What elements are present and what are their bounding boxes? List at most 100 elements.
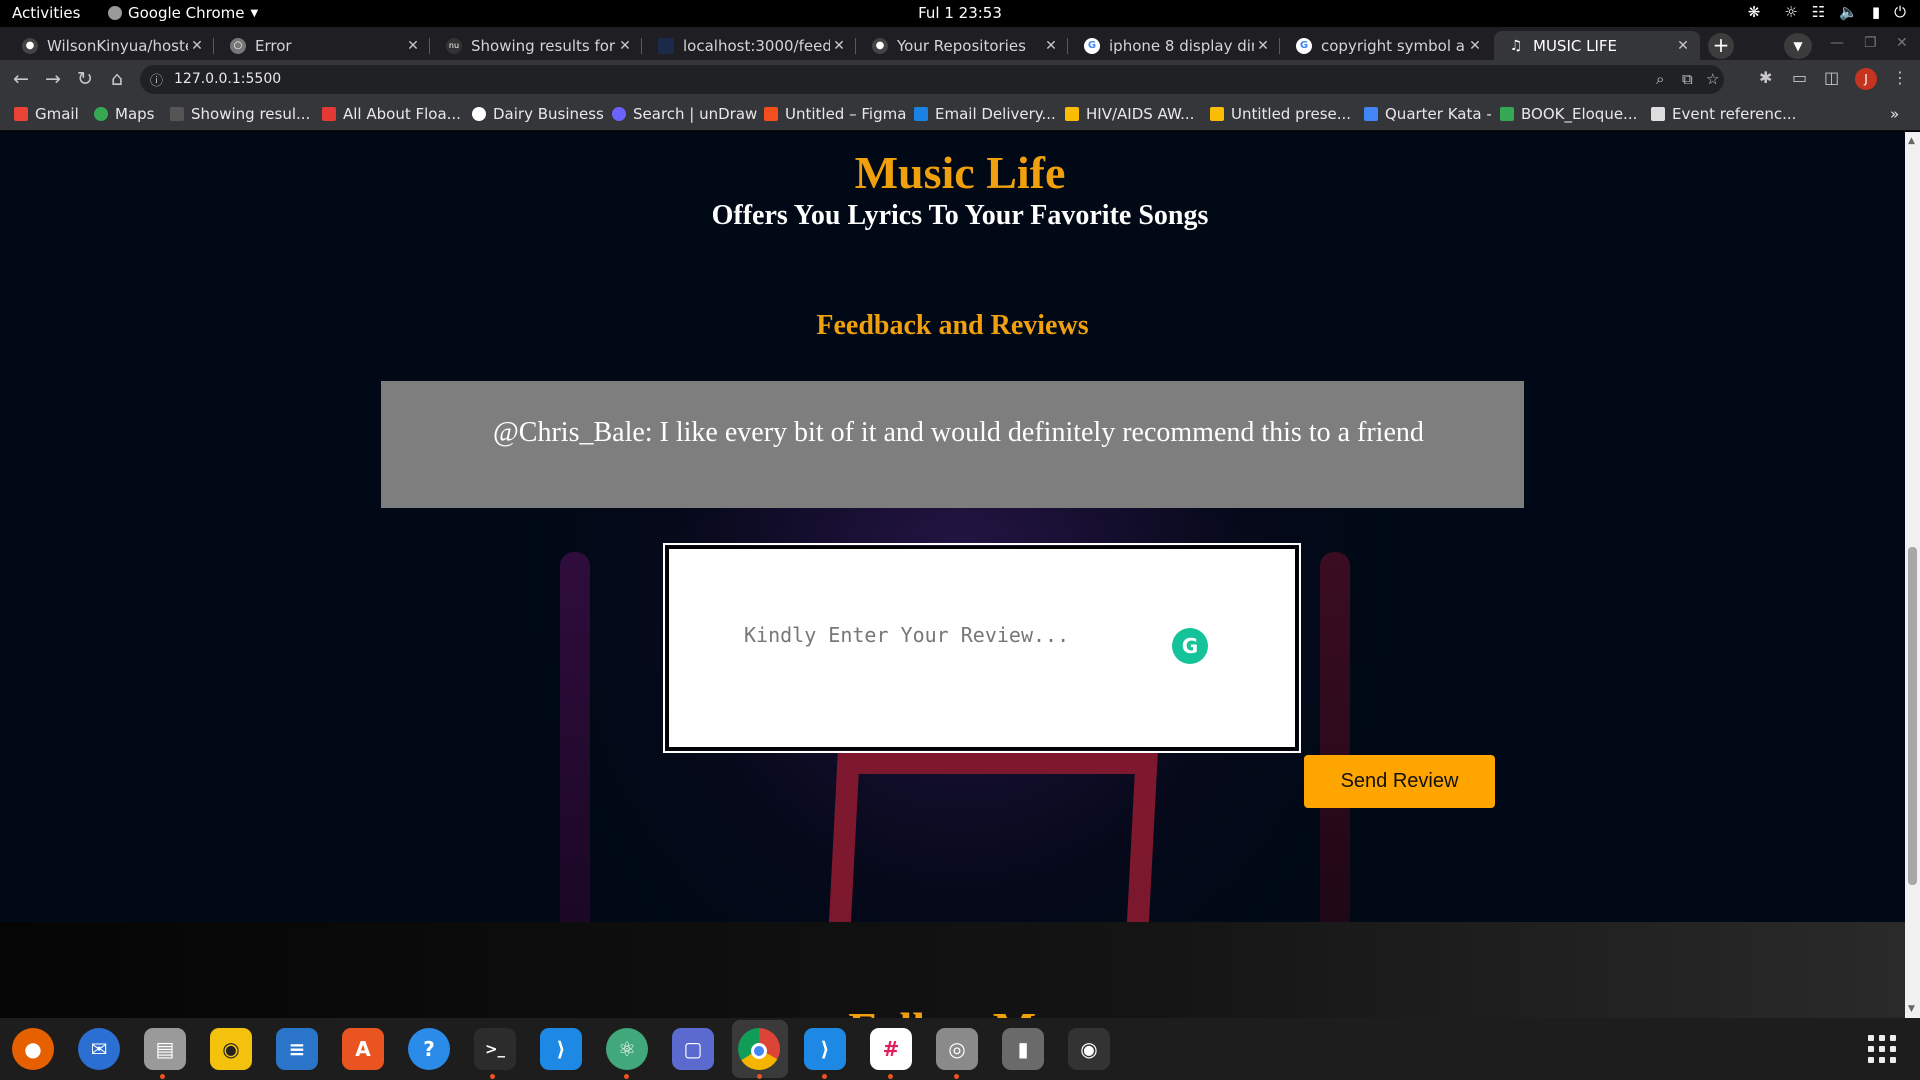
clock[interactable]: Ful 1 23:53 (918, 4, 1002, 22)
chrome-icon[interactable] (738, 1028, 780, 1070)
bookmark-undraw[interactable]: Search | unDraw (612, 105, 757, 123)
page-viewport: Music Life Offers You Lyrics To Your Fav… (0, 132, 1905, 1018)
tab[interactable]: nu Showing results for c ✕ (432, 31, 642, 60)
dairy-icon (472, 107, 486, 121)
bookmark-showing-results[interactable]: Showing resul... (170, 105, 310, 123)
writer-icon[interactable]: ≡ (276, 1028, 318, 1070)
bookmarks-overflow-icon[interactable]: » (1890, 105, 1899, 123)
firefox-icon[interactable]: ● (12, 1028, 54, 1070)
files-icon[interactable]: ▤ (144, 1028, 186, 1070)
close-icon[interactable]: ✕ (404, 38, 422, 54)
vscode-icon[interactable]: ⟩ (804, 1028, 846, 1070)
close-icon[interactable]: ✕ (616, 38, 634, 54)
close-window-icon[interactable]: ✕ (1896, 35, 1908, 51)
battery-icon[interactable]: ▮ (1872, 3, 1880, 21)
nu-icon: nu (446, 37, 462, 54)
bookmark-maps[interactable]: Maps (94, 105, 154, 123)
send-review-button[interactable]: Send Review (1304, 755, 1495, 808)
volume-icon[interactable]: 🔈 (1839, 3, 1858, 21)
vscode-icon[interactable]: ⟩ (540, 1028, 582, 1070)
menu-icon[interactable]: ⋮ (1892, 68, 1908, 87)
tab-active[interactable]: ♫ MUSIC LIFE ✕ (1494, 31, 1700, 60)
minimize-icon[interactable]: — (1830, 35, 1844, 51)
bookmark-hiv-aids[interactable]: HIV/AIDS AW... (1065, 105, 1194, 123)
close-icon[interactable]: ✕ (1466, 38, 1484, 54)
maximize-icon[interactable]: ❐ (1864, 35, 1877, 51)
app-menu[interactable]: Google Chrome ▼ (108, 4, 258, 22)
footer-heading: Follow Me (0, 1002, 1905, 1018)
grammarly-icon[interactable]: G (1172, 628, 1208, 664)
slack-tray-icon[interactable]: ❋ (1748, 3, 1761, 21)
terminal-icon[interactable]: >_ (474, 1028, 516, 1070)
tab-title: localhost:3000/feedb (683, 36, 830, 55)
close-icon[interactable]: ✕ (830, 38, 848, 54)
scroll-down-icon[interactable]: ▼ (1908, 1004, 1915, 1014)
bookmark-star-icon[interactable]: ☆ (1706, 70, 1719, 88)
review-text: @Chris_Bale: I like every bit of it and … (493, 417, 1424, 448)
activities-button[interactable]: Activities (12, 4, 80, 22)
slack-icon[interactable]: # (870, 1028, 912, 1070)
show-applications-icon[interactable] (1868, 1035, 1896, 1063)
bookmark-dairy[interactable]: Dairy Business (472, 105, 604, 123)
mdn-icon (1651, 107, 1665, 121)
running-indicator (490, 1074, 495, 1079)
address-bar[interactable]: ⓘ 127.0.0.1:5500 ⌕ ⧉ ☆ (140, 65, 1724, 94)
device-icon[interactable]: ▮ (1002, 1028, 1044, 1070)
power-icon[interactable]: ⏻ (1894, 3, 1906, 21)
scroll-up-icon[interactable]: ▲ (1908, 136, 1915, 146)
browser-toolbar: ← → ↻ ⌂ ⓘ 127.0.0.1:5500 ⌕ ⧉ ☆ ✱ ▭ ◫ ⋮ (0, 60, 1920, 99)
close-icon[interactable]: ✕ (188, 38, 206, 54)
tab-search-button[interactable]: ▼ (1784, 33, 1812, 59)
tab[interactable]: ○ Error ✕ (216, 31, 430, 60)
bookmark-untitled-presentation[interactable]: Untitled prese... (1210, 105, 1351, 123)
tab[interactable]: G iphone 8 display dime ✕ (1070, 31, 1280, 60)
review-card: @Chris_Bale: I like every bit of it and … (381, 381, 1524, 508)
camera-icon[interactable]: ◉ (1068, 1028, 1110, 1070)
close-icon[interactable]: ✕ (1254, 38, 1272, 54)
site-info-icon[interactable]: ⓘ (150, 70, 168, 89)
back-icon[interactable]: ← (9, 67, 33, 91)
bookmark-email-delivery[interactable]: Email Delivery... (914, 105, 1056, 123)
atom-icon[interactable]: ⚛ (606, 1028, 648, 1070)
page-scrollbar[interactable]: ▲ ▼ (1905, 132, 1920, 1018)
profile-avatar[interactable]: J (1855, 68, 1877, 90)
extensions-icon[interactable]: ✱ (1759, 68, 1772, 87)
close-icon[interactable]: ✕ (1042, 38, 1060, 54)
thunderbird-icon[interactable]: ✉ (78, 1028, 120, 1070)
close-icon[interactable]: ✕ (1674, 38, 1692, 54)
image-viewer-icon[interactable]: ◎ (936, 1028, 978, 1070)
tab[interactable]: ● WilsonKinyua/hostel- ✕ (8, 31, 214, 60)
system-tray[interactable]: ❋ ☼ ☷ 🔈 ▮ ⏻ (1748, 3, 1906, 21)
app-menu-label: Google Chrome (128, 4, 245, 22)
running-indicator (160, 1074, 165, 1079)
bookmark-event-reference[interactable]: Event referenc... (1651, 105, 1796, 123)
tab[interactable]: ● Your Repositories ✕ (858, 31, 1068, 60)
bookmark-book-eloquent[interactable]: BOOK_Eloque... (1500, 105, 1637, 123)
bookmark-figma[interactable]: Untitled – Figma (764, 105, 906, 123)
bookmark-label: HIV/AIDS AW... (1086, 105, 1195, 123)
reload-icon[interactable]: ↻ (73, 67, 97, 91)
tab-title: copyright symbol and (1321, 36, 1466, 55)
software-icon[interactable]: A (342, 1028, 384, 1070)
new-tab-button[interactable]: + (1708, 33, 1734, 59)
scroll-thumb[interactable] (1908, 547, 1917, 885)
slides-icon (1065, 107, 1079, 121)
cast-icon[interactable]: ▭ (1792, 68, 1807, 87)
network-icon[interactable]: ☷ (1812, 3, 1825, 21)
help-icon[interactable]: ? (408, 1028, 450, 1070)
bookmark-floats[interactable]: All About Floa... (322, 105, 461, 123)
forward-icon[interactable]: → (41, 67, 65, 91)
share-icon[interactable]: ⧉ (1682, 70, 1693, 88)
home-icon[interactable]: ⌂ (105, 67, 129, 91)
bookmark-gmail[interactable]: Gmail (14, 105, 79, 123)
tab[interactable]: G copyright symbol and ✕ (1282, 31, 1492, 60)
tab[interactable]: localhost:3000/feedb ✕ (644, 31, 856, 60)
screenshot-icon[interactable]: ▢ (672, 1028, 714, 1070)
side-panel-icon[interactable]: ◫ (1824, 68, 1839, 87)
rhythmbox-icon[interactable]: ◉ (210, 1028, 252, 1070)
tab-title: Error (255, 36, 292, 55)
bookmark-label: Email Delivery... (935, 105, 1056, 123)
bookmark-quarter-kata[interactable]: Quarter Kata - (1364, 105, 1492, 123)
zoom-icon[interactable]: ⌕ (1656, 70, 1664, 88)
brightness-icon[interactable]: ☼ (1784, 3, 1797, 21)
